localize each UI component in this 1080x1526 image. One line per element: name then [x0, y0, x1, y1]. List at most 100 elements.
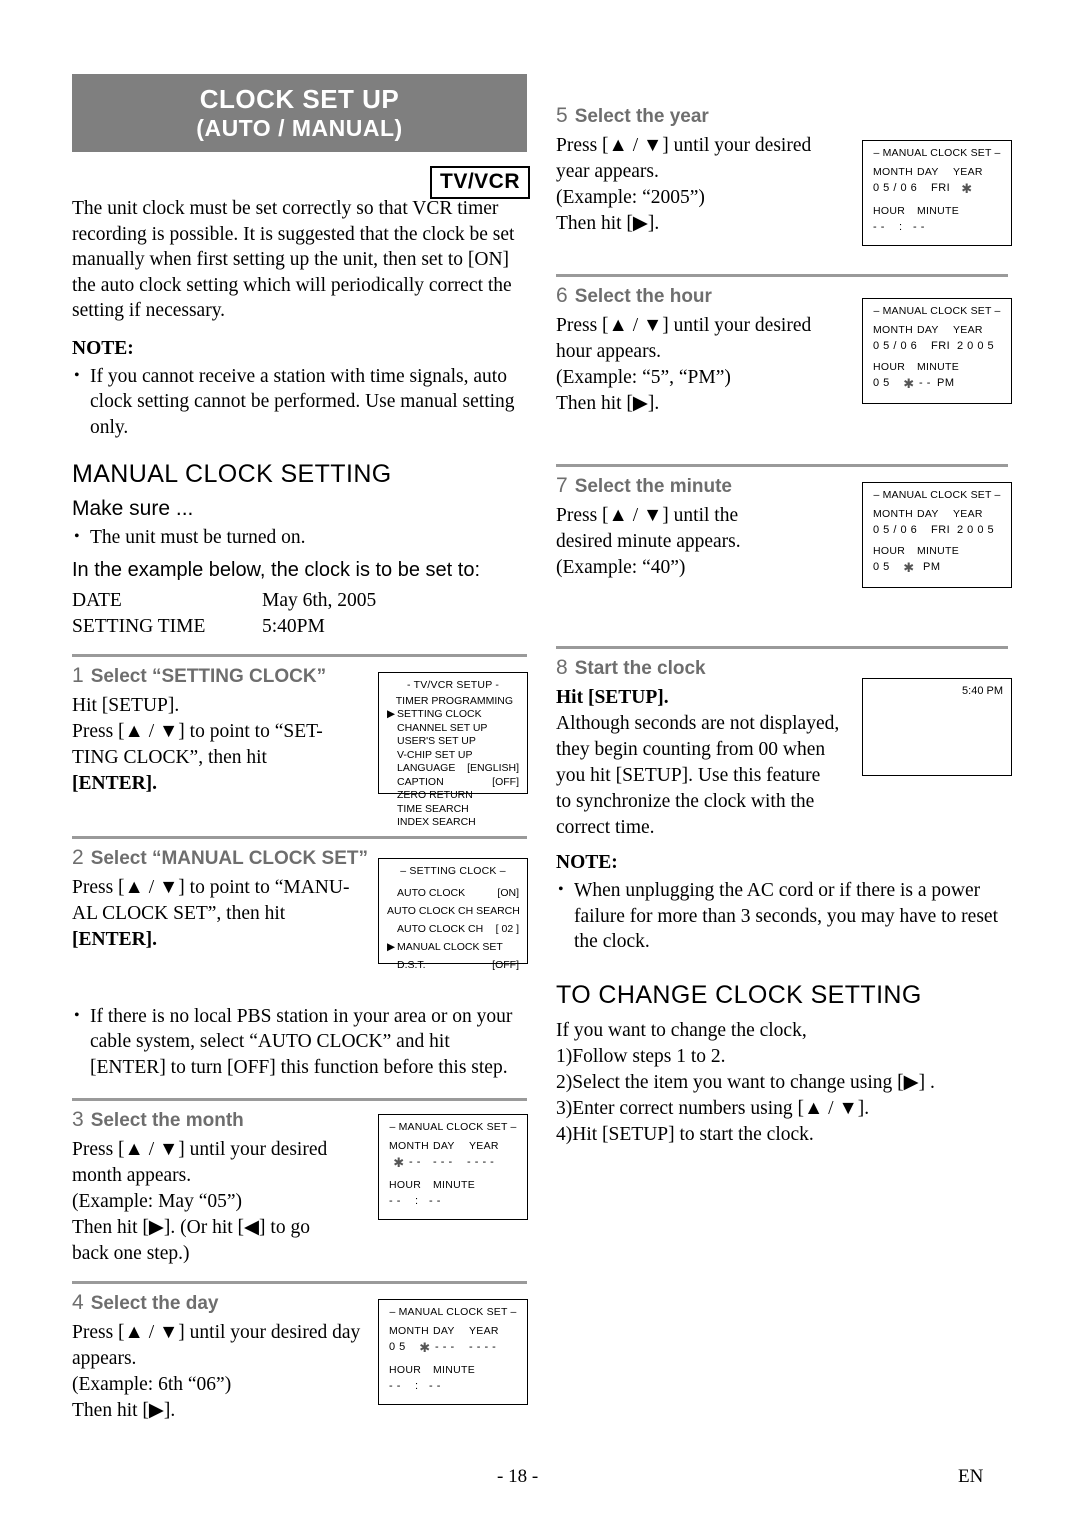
- step-5-line-4: Then hit [▶].: [556, 213, 660, 234]
- step-2-line-2: AL CLOCK SET”, then hit: [72, 902, 286, 924]
- note-1-bullet: If you cannot receive a station with tim…: [72, 363, 527, 441]
- step-5-line-2: year appears.: [556, 161, 659, 182]
- step-4-line-1: Press [▲ / ▼] until your desired day: [72, 1322, 361, 1343]
- osd-setting-clock: – SETTING CLOCK – AUTO CLOCK [ON] AUTO CL…: [378, 857, 528, 971]
- step-7-number: 7: [556, 474, 568, 497]
- example-intro: In the example below, the clock is to be…: [72, 558, 481, 581]
- step-6-body: Press [▲ / ▼] until your desired hour ap…: [556, 313, 846, 417]
- example-key-time: SETTING TIME: [72, 615, 206, 637]
- step-8-head: 8 Start the clock: [556, 656, 1008, 680]
- osd-menu-item: LANGUAGE [ENGLISH]: [397, 762, 519, 774]
- osd-labels-bottom: HOUR MINUTE: [389, 1179, 476, 1191]
- intro-paragraph: The unit clock must be set correctly so …: [72, 198, 515, 321]
- step-1-body: Hit [SETUP]. Press [▲ / ▼] to point to “…: [72, 693, 362, 797]
- step-6-number: 6: [556, 284, 568, 307]
- step-2-line-1: Press [▲ / ▼] to point to “MANU-: [72, 876, 350, 898]
- make-sure-label: Make sure ...: [72, 497, 194, 520]
- step-4: 4 Select the day Press [▲ / ▼] until you…: [72, 1291, 528, 1427]
- step-7-line-2: desired minute appears.: [556, 531, 741, 552]
- step-1-title: Select “SETTING CLOCK”: [90, 665, 327, 687]
- step-3-line-3: (Example: May “05”): [72, 1191, 243, 1212]
- example-row-date: DATE May 6th, 2005: [72, 588, 527, 614]
- change-intro: If you want to change the clock,: [556, 1019, 807, 1041]
- step-1-line-3: TING CLOCK”, then hit: [72, 746, 267, 768]
- step-7-line-1: Press [▲ / ▼] until the: [556, 505, 739, 526]
- step-1-line-2: Press [▲ / ▼] to point to “SET-: [72, 720, 323, 742]
- left-column: The unit clock must be set correctly so …: [72, 196, 528, 1427]
- manual-page: CLOCK SET UP (AUTO / MANUAL) TV/VCR The …: [0, 0, 1080, 1526]
- osd-labels-bottom: HOUR MINUTE: [873, 205, 960, 217]
- osd-manual-clock-set-minute: – MANUAL CLOCK SET – MONTH DAY YEAR 0 5 …: [862, 482, 1012, 588]
- osd-setting-clock-header: – SETTING CLOCK –: [400, 864, 506, 877]
- osd-labels-top: MONTH DAY YEAR: [873, 166, 983, 178]
- divider: [556, 646, 1008, 649]
- osd-tv-vcr-setup-header: - TV/VCR SETUP -: [406, 678, 500, 691]
- osd-values-top: ✱ - - - - - - - - -: [389, 1156, 517, 1170]
- note-2-list: When unplugging the AC cord or if there …: [556, 877, 1008, 955]
- osd-values-bottom: - - : - -: [389, 1380, 441, 1392]
- step-2-body: Press [▲ / ▼] to point to “MANU- AL CLOC…: [72, 875, 362, 953]
- osd-labels-top: MONTH DAY YEAR: [873, 324, 983, 336]
- step-4-body: Press [▲ / ▼] until your desired day app…: [72, 1320, 372, 1424]
- step-4-line-3: (Example: 6th “06”): [72, 1374, 232, 1395]
- step-8-title: Start the clock: [574, 658, 706, 679]
- blinking-field-icon: ✱: [903, 376, 915, 391]
- step-1-line-1: Hit [SETUP].: [72, 694, 180, 716]
- step-4-line-4: Then hit [▶].: [72, 1400, 176, 1421]
- divider: [72, 1098, 527, 1101]
- osd-menu-item: ▶ SETTING CLOCK: [387, 708, 482, 720]
- osd-values-bottom: - - : - -: [389, 1195, 441, 1207]
- change-clock-body: If you want to change the clock, 1)Follo…: [556, 1018, 1008, 1148]
- step-6-line-2: hour appears.: [556, 341, 662, 362]
- change-item-2: 2)Select the item you want to change usi…: [556, 1071, 935, 1093]
- step-5-head: 5 Select the year: [556, 104, 1008, 128]
- step-5-title: Select the year: [574, 106, 709, 127]
- osd-manual-clock-set-month: – MANUAL CLOCK SET – MONTH DAY YEAR ✱ - …: [378, 1114, 528, 1220]
- step-7: 7 Select the minute Press [▲ / ▼] until …: [556, 474, 1012, 626]
- divider: [72, 1281, 527, 1284]
- osd-header: – MANUAL CLOCK SET –: [389, 1306, 517, 1318]
- note-2-heading: NOTE:: [556, 852, 618, 873]
- osd-menu-item: ZERO RETURN: [397, 789, 473, 801]
- example-value-time: 5:40PM: [262, 615, 325, 637]
- step-6-title: Select the hour: [574, 286, 712, 307]
- osd-manual-clock-set-day: – MANUAL CLOCK SET – MONTH DAY YEAR 0 5 …: [378, 1299, 528, 1405]
- step-8-line-3: they begin counting from 00 when: [556, 739, 826, 760]
- osd-values-top: 0 5 ✱ - - - - - - -: [389, 1340, 497, 1355]
- change-item-1: 1)Follow steps 1 to 2.: [556, 1045, 726, 1067]
- step-5-line-1: Press [▲ / ▼] until your desired: [556, 135, 812, 156]
- osd-menu-item: TIMER PROGRAMMING: [395, 694, 513, 707]
- note-1-heading: NOTE:: [72, 337, 134, 359]
- make-sure-list: The unit must be turned on.: [72, 524, 527, 551]
- step-8-number: 8: [556, 656, 568, 679]
- osd-header: – MANUAL CLOCK SET –: [873, 489, 1001, 501]
- osd-clock-value: 5:40 PM: [962, 685, 1003, 697]
- note-2-bullet: When unplugging the AC cord or if there …: [556, 877, 1008, 955]
- osd-labels-top: MONTH DAY YEAR: [873, 508, 983, 520]
- step-2-line-3: [ENTER].: [72, 928, 158, 950]
- tv-vcr-badge: TV/VCR: [430, 166, 531, 199]
- step-7-line-3: (Example: “40”): [556, 557, 686, 578]
- step-5-body: Press [▲ / ▼] until your desired year ap…: [556, 133, 846, 237]
- step-8-body: Hit [SETUP]. Although seconds are not di…: [556, 685, 856, 841]
- step-3-line-1: Press [▲ / ▼] until your desired: [72, 1139, 328, 1160]
- osd-labels-bottom: HOUR MINUTE: [873, 361, 960, 373]
- example-key-date: DATE: [72, 589, 122, 611]
- osd-menu-item: CAPTION [OFF]: [397, 775, 519, 788]
- pbs-note-list: If there is no local PBS station in your…: [72, 1003, 527, 1081]
- divider: [72, 835, 527, 839]
- osd-tv-vcr-setup: - TV/VCR SETUP - TIMER PROGRAMMING ▶ SETT…: [378, 671, 528, 828]
- change-clock-heading: TO CHANGE CLOCK SETTING: [556, 980, 922, 1009]
- language-code: EN: [958, 1466, 984, 1487]
- step-6-line-1: Press [▲ / ▼] until your desired: [556, 315, 812, 336]
- divider: [556, 274, 1008, 277]
- step-2: 2 Select “MANUAL CLOCK SET” Press [▲ / ▼…: [72, 846, 528, 974]
- blinking-field-icon: ✱: [393, 1155, 405, 1170]
- divider: [72, 653, 527, 657]
- pbs-note-bullet: If there is no local PBS station in your…: [72, 1003, 527, 1081]
- step-8-line-1: Hit [SETUP].: [556, 687, 669, 708]
- step-3-title: Select the month: [90, 1110, 244, 1131]
- osd-header: – MANUAL CLOCK SET –: [873, 147, 1001, 159]
- divider: [556, 464, 1008, 467]
- pointer-icon: ▶: [387, 708, 396, 720]
